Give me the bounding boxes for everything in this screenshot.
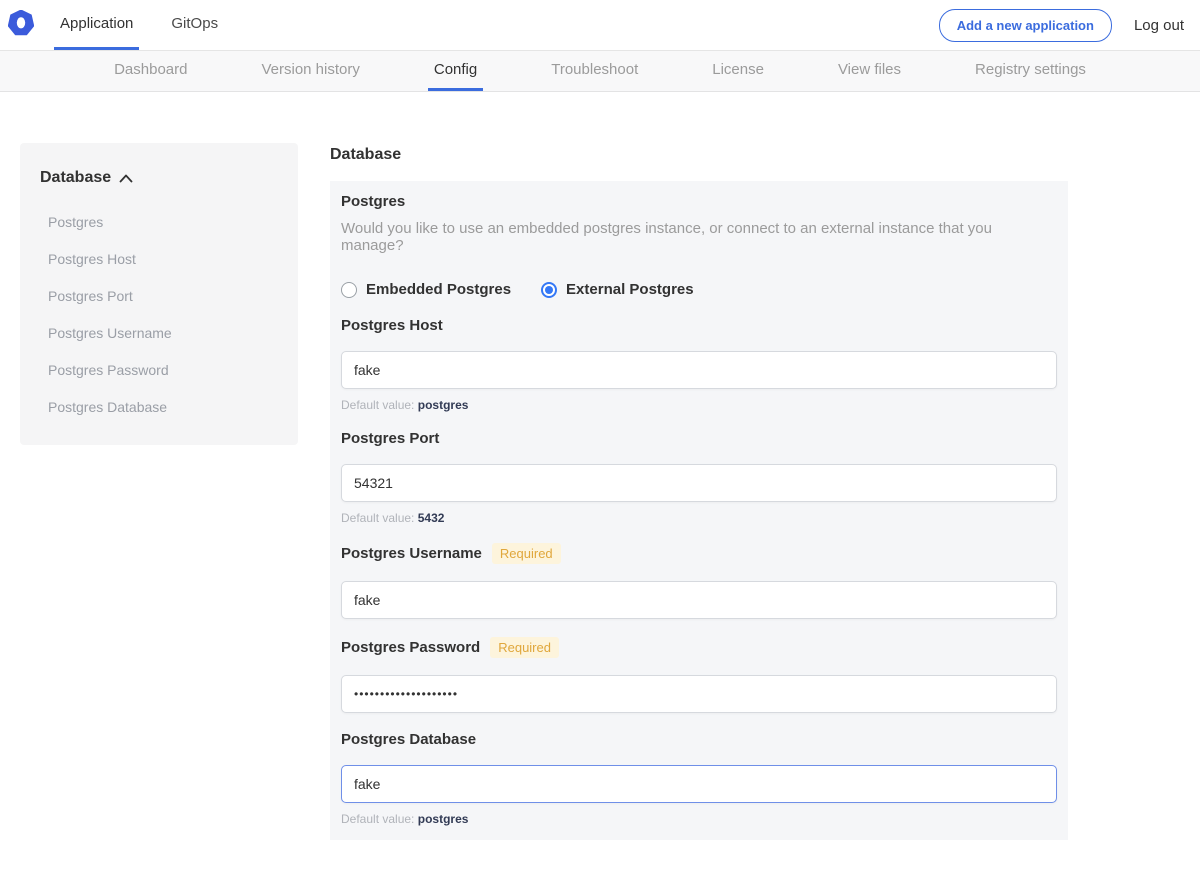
config-sidebar: Database Postgres Postgres Host Postgres… [20, 143, 298, 445]
postgres-database-input[interactable] [341, 765, 1057, 803]
tab-dashboard[interactable]: Dashboard [108, 51, 193, 91]
top-nav: Application GitOps Add a new application… [0, 0, 1200, 51]
tab-view-files[interactable]: View files [832, 51, 907, 91]
postgres-database-label: Postgres Database [341, 731, 476, 748]
radio-embedded-postgres-label: Embedded Postgres [366, 281, 511, 298]
top-nav-right: Add a new application Log out [939, 0, 1200, 50]
config-page: Database Postgres Postgres Host Postgres… [0, 92, 1200, 874]
tab-version-history[interactable]: Version history [255, 51, 365, 91]
tab-registry-settings[interactable]: Registry settings [969, 51, 1092, 91]
radio-external-postgres[interactable]: External Postgres [541, 281, 694, 298]
field-postgres-password: Postgres Password Required [341, 637, 1057, 713]
postgres-username-input[interactable] [341, 581, 1057, 619]
tab-troubleshoot[interactable]: Troubleshoot [545, 51, 644, 91]
postgres-host-default: Default value: postgres [341, 398, 1057, 412]
add-new-application-button[interactable]: Add a new application [939, 9, 1112, 42]
chevron-up-icon [119, 174, 133, 183]
radio-embedded-postgres-circle[interactable] [341, 282, 357, 298]
subnav-tabs: Dashboard Version history Config Trouble… [108, 51, 1092, 91]
radio-external-postgres-label: External Postgres [566, 281, 694, 298]
tab-license[interactable]: License [706, 51, 770, 91]
tab-config[interactable]: Config [428, 51, 483, 91]
config-main: Database Postgres Would you like to use … [330, 143, 1068, 874]
postgres-username-required-badge: Required [492, 543, 561, 564]
field-postgres-port: Postgres Port Default value: 5432 [341, 430, 1057, 525]
postgres-password-label: Postgres Password [341, 639, 480, 656]
sidebar-item-postgres-database[interactable]: Postgres Database [48, 399, 278, 415]
config-group-title: Postgres [341, 193, 1057, 210]
sidebar-group-database[interactable]: Database [40, 169, 278, 187]
app-logo-icon [8, 10, 34, 41]
sidebar-item-postgres-host[interactable]: Postgres Host [48, 251, 278, 267]
sidebar-item-postgres[interactable]: Postgres [48, 214, 278, 230]
app-subnav: Dashboard Version history Config Trouble… [0, 51, 1200, 92]
radio-external-postgres-circle[interactable] [541, 282, 557, 298]
app-logo[interactable] [8, 0, 54, 50]
field-postgres-database: Postgres Database Default value: postgre… [341, 731, 1057, 826]
field-postgres-host: Postgres Host Default value: postgres [341, 317, 1057, 412]
tab-application[interactable]: Application [54, 0, 139, 50]
sidebar-group-database-label: Database [40, 169, 111, 187]
radio-embedded-postgres[interactable]: Embedded Postgres [341, 281, 511, 298]
config-group-card: Postgres Would you like to use an embedd… [330, 181, 1068, 840]
field-postgres-username: Postgres Username Required [341, 543, 1057, 619]
sidebar-item-postgres-port[interactable]: Postgres Port [48, 288, 278, 304]
postgres-password-input[interactable] [341, 675, 1057, 713]
postgres-type-radio-group: Embedded Postgres External Postgres [341, 281, 1057, 298]
sidebar-item-postgres-password[interactable]: Postgres Password [48, 362, 278, 378]
postgres-host-input[interactable] [341, 351, 1057, 389]
logout-link[interactable]: Log out [1134, 17, 1184, 34]
postgres-port-default: Default value: 5432 [341, 511, 1057, 525]
postgres-port-label: Postgres Port [341, 430, 439, 447]
postgres-host-label: Postgres Host [341, 317, 443, 334]
top-tabs: Application GitOps [54, 0, 250, 50]
config-group-description: Would you like to use an embedded postgr… [341, 220, 1057, 254]
config-section-title: Database [330, 146, 1068, 164]
postgres-username-label: Postgres Username [341, 545, 482, 562]
sidebar-item-postgres-username[interactable]: Postgres Username [48, 325, 278, 341]
postgres-database-default: Default value: postgres [341, 812, 1057, 826]
tab-gitops[interactable]: GitOps [165, 0, 224, 50]
postgres-port-input[interactable] [341, 464, 1057, 502]
postgres-password-required-badge: Required [490, 637, 559, 658]
